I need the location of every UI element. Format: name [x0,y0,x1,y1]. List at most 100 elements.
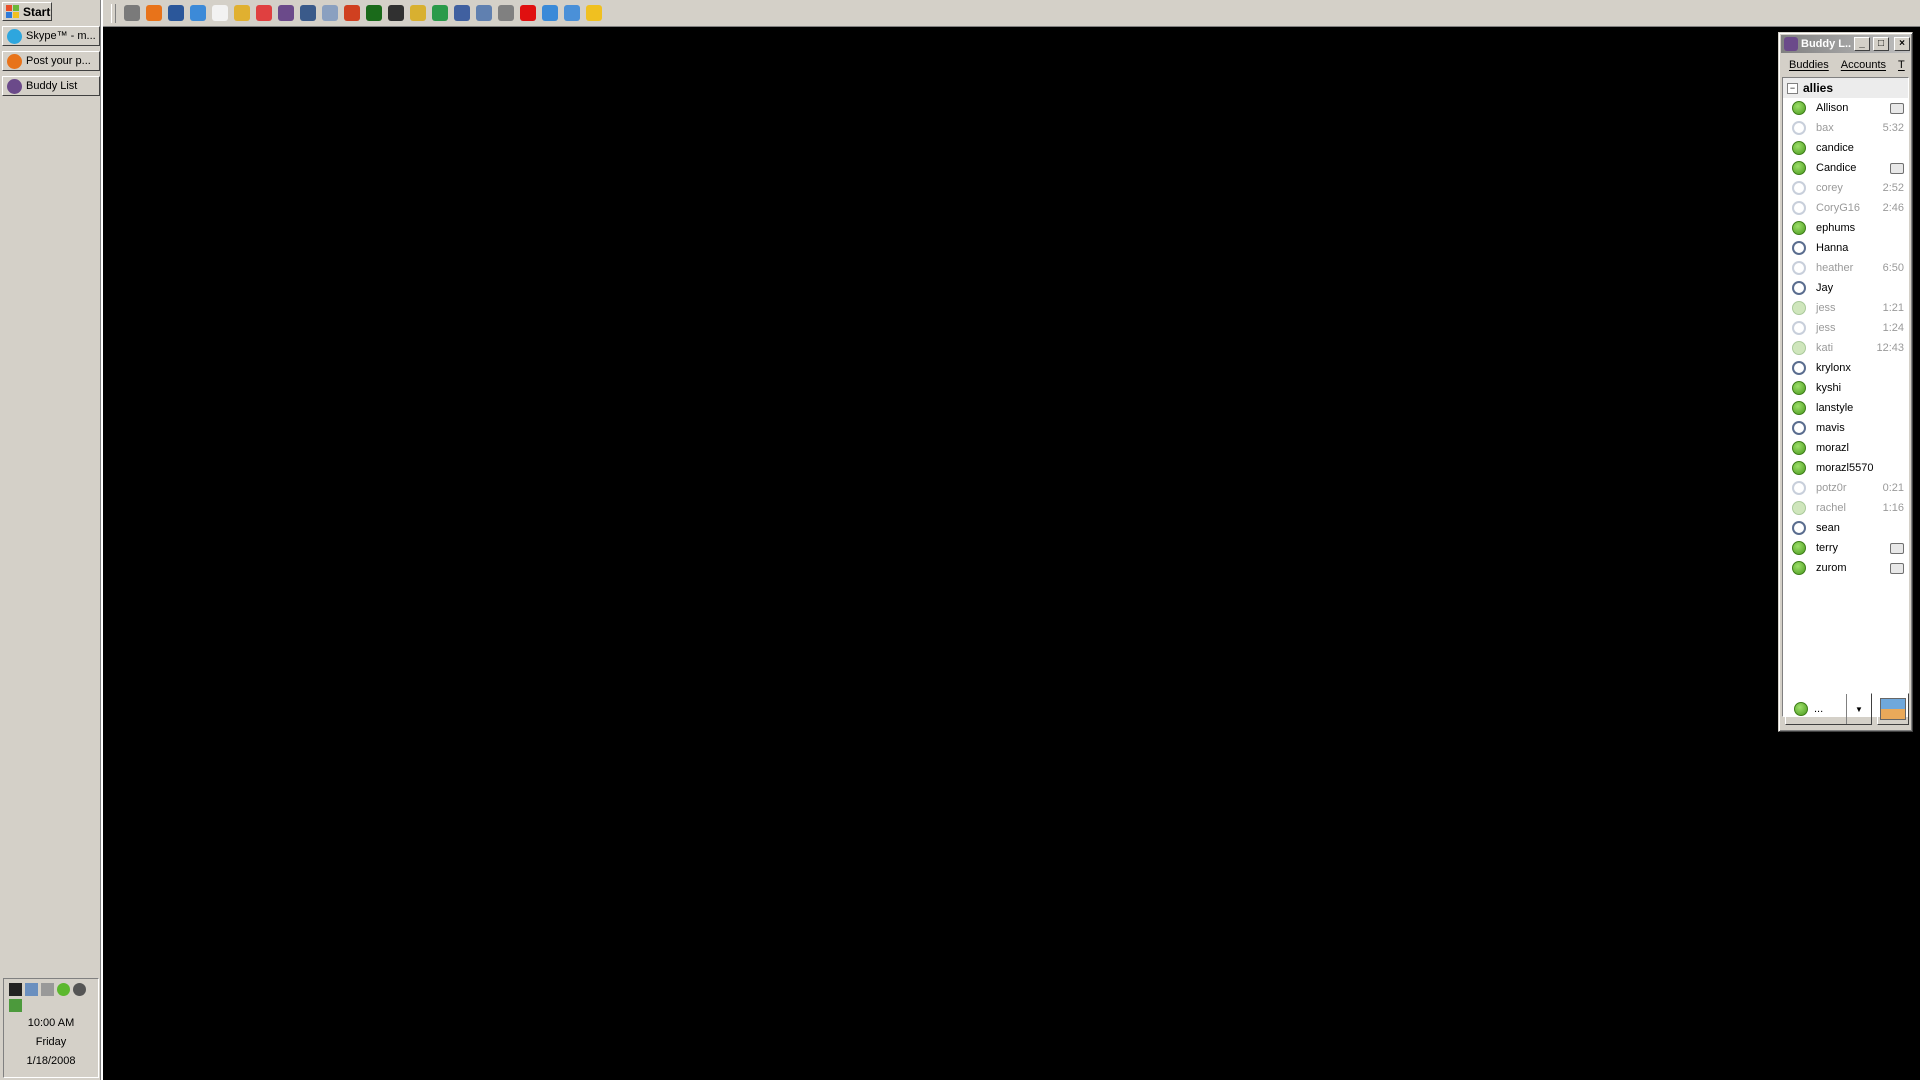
clock-time[interactable]: 10:00 AM [4,1014,98,1033]
available-status-icon [1792,461,1806,475]
toolbar-grip[interactable] [111,3,116,23]
idle-avail-status-icon [1792,301,1806,315]
buddy-row[interactable]: rachel 1:16 [1783,498,1908,518]
menu-item[interactable]: Accounts [1841,59,1886,71]
buddy-row[interactable]: jess 1:24 [1783,318,1908,338]
close-button[interactable]: × [1894,37,1910,51]
clock-date: 1/18/2008 [26,1055,76,1067]
buddy-row[interactable]: Candice [1783,158,1908,178]
terminal-icon[interactable] [366,5,382,21]
search-icon[interactable] [542,5,558,21]
calculator-icon[interactable] [322,5,338,21]
show-desktop-icon[interactable] [124,5,140,21]
buddy-row[interactable]: heather 6:50 [1783,258,1908,278]
start-button[interactable]: Start [2,2,52,21]
music-icon[interactable] [564,5,580,21]
idle-time: 6:50 [1882,262,1904,274]
menu-item[interactable]: T [1898,59,1905,71]
mobile-icon [1890,102,1904,114]
minimize-button[interactable]: _ [1854,37,1870,51]
taskbar-button[interactable]: Post your p... [2,51,100,71]
buddy-row[interactable]: morazl5570 [1783,458,1908,478]
collapse-icon[interactable]: − [1787,82,1798,94]
buddy-row[interactable]: Hanna [1783,238,1908,258]
printer-icon[interactable] [476,5,492,21]
buddy-row[interactable]: Allison [1783,98,1908,118]
idle-avail-status-icon [1792,341,1806,355]
idle-time: 5:32 [1882,122,1904,134]
buddy-row[interactable]: morazl [1783,438,1908,458]
buddy-row[interactable]: kyshi [1783,378,1908,398]
network-icon[interactable] [25,983,38,996]
pencil-icon[interactable] [234,5,250,21]
check-icon[interactable] [57,983,70,996]
menu-item[interactable]: Buddies [1789,59,1829,71]
buddy-name: morazl [1816,442,1850,454]
taskbar-button[interactable]: Skype™ - m... [2,26,100,46]
window-icon[interactable] [300,5,316,21]
system-tray: 10:00 AM Friday 1/18/2008 [3,978,99,1078]
folder-icon[interactable] [410,5,426,21]
buddy-row[interactable]: candice [1783,138,1908,158]
buddy-name: corey [1816,182,1843,194]
pidgin-icon [1784,37,1798,51]
buddy-row[interactable]: jess 1:21 [1783,298,1908,318]
internet-explorer-icon[interactable] [190,5,206,21]
notepad-icon[interactable] [212,5,228,21]
pidgin-icon [7,78,22,94]
buddy-name: mavis [1816,422,1845,434]
firefox-icon [7,53,22,69]
buddy-row[interactable]: CoryG16 2:46 [1783,198,1908,218]
available-status-icon [1792,441,1806,455]
buddy-row[interactable]: corey 2:52 [1783,178,1908,198]
buddy-row[interactable]: potz0r 0:21 [1783,478,1908,498]
title-bar[interactable]: Buddy L... _ □ × [1781,35,1910,53]
buddy-row[interactable]: mavis [1783,418,1908,438]
idle-away-status-icon [1792,321,1806,335]
gear-icon[interactable] [388,5,404,21]
buddy-row[interactable]: kati 12:43 [1783,338,1908,358]
buddy-row[interactable]: terry [1783,538,1908,558]
pidgin-icon[interactable] [278,5,294,21]
group-header[interactable]: − allies [1783,78,1908,98]
firefox-icon[interactable] [146,5,162,21]
buddy-row[interactable]: Jay [1783,278,1908,298]
buddy-row[interactable]: sean [1783,518,1908,538]
spider-icon[interactable] [520,5,536,21]
mobile-icon [1890,542,1904,554]
buddy-name: potz0r [1816,482,1847,494]
chevron-down-icon[interactable]: ▼ [1846,694,1871,724]
clock-day: Friday [35,1036,67,1048]
status-label: ... [1814,703,1824,715]
buddy-row[interactable]: bax 5:32 [1783,118,1908,138]
display-icon[interactable] [9,983,22,996]
status-selector[interactable]: ... ▼ [1785,693,1872,725]
buddy-name: rachel [1816,502,1846,514]
buddy-name: zurom [1816,562,1847,574]
taskbar-button[interactable]: Buddy List [2,76,100,96]
buddy-row[interactable]: zurom [1783,558,1908,578]
buddy-name: kati [1816,342,1834,354]
buddy-name: terry [1816,542,1838,554]
menu-bar: Buddies Accounts T [1781,55,1910,75]
network-icon[interactable] [454,5,470,21]
maximize-button[interactable]: □ [1873,37,1889,51]
paint-icon[interactable] [344,5,360,21]
buddy-row[interactable]: ephums [1783,218,1908,238]
word-icon[interactable] [168,5,184,21]
buddy-name: Candice [1816,162,1857,174]
user-icon[interactable] [9,999,22,1012]
buddy-row[interactable]: lanstyle [1783,398,1908,418]
media-icon[interactable] [256,5,272,21]
idle-time: 1:21 [1882,302,1904,314]
buddy-row[interactable]: krylonx [1783,358,1908,378]
buddy-icon-button[interactable] [1877,693,1909,725]
away-status-icon [1792,521,1806,535]
buddy-name: krylonx [1816,362,1851,374]
disc-icon[interactable] [73,983,86,996]
aim-icon[interactable] [586,5,602,21]
globe-icon[interactable] [432,5,448,21]
monitor-icon[interactable] [41,983,54,996]
tools-icon[interactable] [498,5,514,21]
mobile-icon [1890,162,1904,174]
